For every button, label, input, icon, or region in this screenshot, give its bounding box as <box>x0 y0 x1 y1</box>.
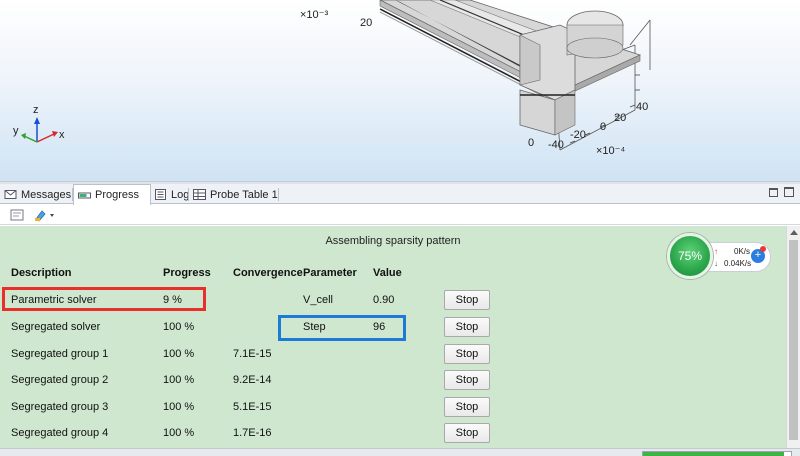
tick-label: -20 <box>570 129 586 141</box>
row-description: Segregated group 4 <box>11 427 109 439</box>
tick-label: 20 <box>360 17 372 29</box>
upload-arrow-icon: ↑ <box>714 247 718 256</box>
tick-label: 0 <box>528 137 534 149</box>
axis-label-z: z <box>33 104 39 116</box>
header-progress: Progress <box>163 267 211 279</box>
row-progress: 100 % <box>163 427 195 439</box>
tick-label: 20 <box>614 112 626 124</box>
row-progress: 100 % <box>163 348 195 360</box>
axis-label-x: x <box>59 129 65 141</box>
stop-button[interactable]: Stop <box>444 370 490 390</box>
tab-log[interactable]: Log <box>150 185 193 204</box>
stop-button[interactable]: Stop <box>444 423 490 443</box>
notification-dot <box>760 246 766 252</box>
row-description: Segregated solver <box>11 321 101 333</box>
app-window: ×10⁻³ 20 40 20 0 -20 -40 0 ×10⁻⁴ z x y M… <box>0 0 800 456</box>
row-convergence: 5.1E-15 <box>233 401 272 413</box>
row-progress: 100 % <box>163 321 195 333</box>
stop-button[interactable]: Stop <box>444 290 490 310</box>
row-convergence: 1.7E-16 <box>233 427 272 439</box>
header-value: Value <box>373 267 402 279</box>
tab-label: Log <box>171 188 190 201</box>
scroll-up-icon[interactable] <box>790 230 798 235</box>
progress-toolbar <box>0 205 800 225</box>
tab-strip: Messages Progress Log Probe Table 1 <box>0 184 800 205</box>
axis-label-y: y <box>13 125 19 137</box>
progress-panel: Assembling sparsity pattern Description … <box>0 226 786 448</box>
tab-label: Progress <box>95 189 140 201</box>
table-icon <box>193 189 206 200</box>
geometry-plot: ×10⁻³ 20 40 20 0 -20 -40 0 ×10⁻⁴ z x y <box>13 0 651 157</box>
axis-triad: z x y <box>13 104 65 143</box>
stop-button[interactable]: Stop <box>444 317 490 337</box>
clear-icon[interactable] <box>10 209 24 221</box>
row-convergence: 9.2E-14 <box>233 374 272 386</box>
tick-label: -40 <box>548 139 564 151</box>
header-description: Description <box>11 267 72 279</box>
tick-label: 40 <box>636 101 648 113</box>
row-progress: 100 % <box>163 374 195 386</box>
color-dropdown-icon[interactable] <box>33 208 57 222</box>
tab-probe-table[interactable]: Probe Table 1 <box>189 185 282 204</box>
row-description: Segregated group 3 <box>11 401 109 413</box>
tab-label: Probe Table 1 <box>210 188 278 201</box>
upload-speed: 0K/s <box>734 247 751 256</box>
row-parameter: V_cell <box>303 294 333 306</box>
cpu-usage-value: 75% <box>677 249 703 263</box>
vertical-scrollbar[interactable] <box>786 226 800 448</box>
row-description: Segregated group 1 <box>11 348 109 360</box>
row-description: Segregated group 2 <box>11 374 109 386</box>
tab-progress[interactable]: Progress <box>73 184 151 205</box>
download-arrow-icon: ↓ <box>714 259 718 268</box>
row-progress: 100 % <box>163 401 195 413</box>
status-progress-bar <box>642 451 792 456</box>
status-progress-fill <box>643 452 784 456</box>
log-icon <box>155 189 166 200</box>
minimize-panel-icon[interactable] <box>769 188 778 197</box>
progress-icon <box>78 192 91 198</box>
download-speed: 0.04K/s <box>724 259 752 268</box>
highlight-box-blue <box>278 315 406 341</box>
tick-label: 0 <box>600 121 606 133</box>
messages-icon <box>4 190 17 199</box>
highlight-box-red <box>2 287 206 311</box>
tab-separator <box>278 188 279 201</box>
status-bar <box>0 448 800 456</box>
tab-messages[interactable]: Messages <box>0 185 75 204</box>
stop-button[interactable]: Stop <box>444 397 490 417</box>
stop-button[interactable]: Stop <box>444 344 490 364</box>
scrollbar-thumb[interactable] <box>789 240 798 440</box>
cpu-usage-gauge: 75% <box>667 233 713 279</box>
row-convergence: 7.1E-15 <box>233 348 272 360</box>
header-convergence: Convergence <box>233 267 303 279</box>
speed-monitor-widget[interactable]: ↑ 0K/s ↓ 0.04K/s 75% + <box>667 233 773 279</box>
maximize-panel-icon[interactable] <box>784 187 794 197</box>
exponent-label-top: ×10⁻³ <box>300 9 328 21</box>
exponent-label-bottom: ×10⁻⁴ <box>596 145 625 157</box>
graphics-viewport[interactable]: ×10⁻³ 20 40 20 0 -20 -40 0 ×10⁻⁴ z x y <box>0 0 800 181</box>
row-value: 0.90 <box>373 294 395 306</box>
header-parameter: Parameter <box>303 267 357 279</box>
tab-label: Messages <box>21 188 72 201</box>
